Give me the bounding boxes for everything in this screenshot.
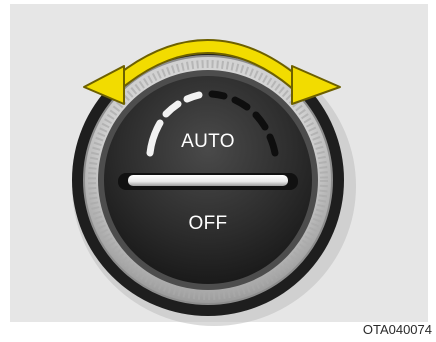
level-segment-4 — [208, 90, 228, 100]
figure-frame: AUTO OFF OTA040074 — [0, 0, 436, 342]
figure-code: OTA040074 — [362, 322, 432, 337]
climate-control-knob — [72, 39, 356, 326]
level-segment-3 — [183, 91, 203, 103]
auto-label: AUTO — [181, 131, 235, 152]
divider-bar — [118, 173, 298, 190]
off-label: OFF — [188, 213, 228, 234]
